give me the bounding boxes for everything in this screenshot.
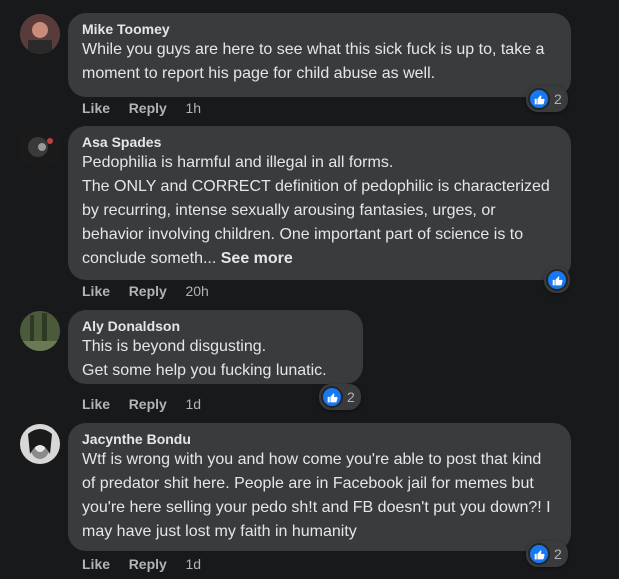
see-more-link[interactable]: See more [221,250,293,267]
comment-timestamp[interactable]: 1h [185,100,201,116]
comment-timestamp[interactable]: 1d [185,396,201,412]
comment-author[interactable]: Aly Donaldson [82,317,351,335]
comment-bubble: Asa Spades Pedophilia is harmful and ill… [68,126,571,280]
like-thumb-icon [528,88,550,110]
comment-text: Wtf is wrong with you and how come you'r… [82,451,551,540]
avatar[interactable] [20,14,60,54]
reaction-count: 2 [554,546,562,562]
avatar[interactable] [20,127,60,167]
like-thumb-icon [546,269,568,291]
comment-author[interactable]: Mike Toomey [82,20,559,38]
comment-author[interactable]: Jacynthe Bondu [82,430,559,448]
like-button[interactable]: Like [82,100,110,116]
comment-body: Pedophilia is harmful and illegal in all… [82,154,550,267]
comment-text: Pedophilia is harmful and illegal in all… [82,151,559,271]
comment-timestamp[interactable]: 1d [185,556,201,572]
comment-actions: Like · Reply · 1h [82,98,201,118]
comment-author[interactable]: Asa Spades [82,133,559,151]
comment-timestamp[interactable]: 20h [185,283,208,299]
comment-actions: Like · Reply · 20h [82,281,209,301]
reaction-summary[interactable] [544,267,570,293]
like-button[interactable]: Like [82,396,110,412]
reply-button[interactable]: Reply [129,100,167,116]
comment-actions: Like · Reply · 1d [82,394,201,414]
like-thumb-icon [321,386,343,408]
comment-bubble: Aly Donaldson This is beyond disgusting.… [68,310,363,384]
reaction-summary[interactable]: 2 [526,541,568,567]
reaction-count: 2 [347,389,355,405]
comment-text: This is beyond disgusting. Get some help… [82,338,327,379]
like-button[interactable]: Like [82,283,110,299]
reaction-summary[interactable]: 2 [526,86,568,112]
like-button[interactable]: Like [82,556,110,572]
like-thumb-icon [528,543,550,565]
comment-bubble: Jacynthe Bondu Wtf is wrong with you and… [68,423,571,551]
reply-button[interactable]: Reply [129,556,167,572]
avatar[interactable] [20,424,60,464]
reaction-summary[interactable]: 2 [319,384,361,410]
comment-text: While you guys are here to see what this… [82,41,545,82]
reaction-count: 2 [554,91,562,107]
comment-bubble: Mike Toomey While you guys are here to s… [68,13,571,97]
comment-actions: Like · Reply · 1d [82,554,201,574]
reply-button[interactable]: Reply [129,396,167,412]
avatar[interactable] [20,311,60,351]
reply-button[interactable]: Reply [129,283,167,299]
